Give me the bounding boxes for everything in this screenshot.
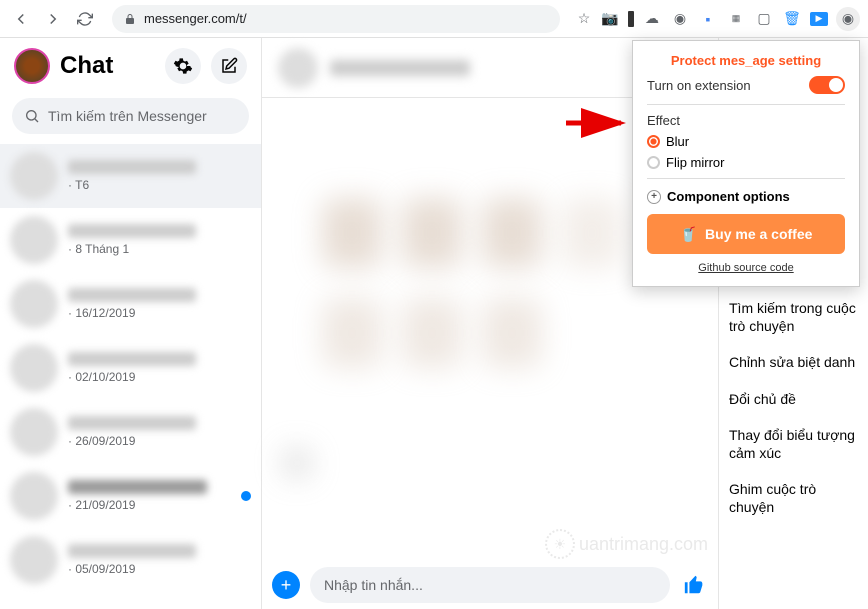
like-button[interactable] — [680, 571, 708, 599]
option-emoji[interactable]: Thay đổi biểu tượng cảm xúc — [729, 426, 858, 462]
effect-blur-option[interactable]: Blur — [647, 134, 845, 149]
extension-icons: 📷 ☁ ◉ ▪ ▦ ▢ 🗑 ▶ ◉ — [600, 7, 860, 31]
search-placeholder: Tìm kiếm trên Messenger — [48, 108, 207, 124]
address-bar[interactable]: messenger.com/t/ — [112, 5, 560, 33]
chat-item[interactable]: · 8 Tháng 1 — [0, 208, 261, 272]
search-input[interactable]: Tìm kiếm trên Messenger — [12, 98, 249, 134]
message-composer: + Nhập tin nhắn... — [262, 561, 718, 609]
coffee-icon: 🥤 — [680, 226, 697, 243]
chat-item[interactable]: · 02/10/2019 — [0, 336, 261, 400]
chat-sidebar: Chat Tìm kiếm trên Messenger · T6 · 8 Th… — [0, 38, 262, 609]
sidebar-header: Chat — [0, 38, 261, 92]
message-input[interactable]: Nhập tin nhắn... — [310, 567, 670, 603]
radio-icon — [647, 156, 660, 169]
github-link[interactable]: Github source code — [647, 262, 845, 274]
ext-tag-icon[interactable]: ▪ — [698, 9, 718, 29]
watermark: ☀ uantrimang.com — [545, 529, 708, 559]
browser-toolbar: messenger.com/t/ ☆ 📷 ☁ ◉ ▪ ▦ ▢ 🗑 ▶ ◉ — [0, 0, 868, 38]
ext-play-icon[interactable]: ▶ — [810, 12, 828, 26]
extension-popup: Protect mes_age setting Turn on extensio… — [632, 40, 860, 287]
popup-title: Protect mes_age setting — [647, 53, 845, 68]
sidebar-title: Chat — [60, 52, 155, 80]
radio-checked-icon — [647, 135, 660, 148]
buy-coffee-button[interactable]: 🥤 Buy me a coffee — [647, 214, 845, 254]
chat-item[interactable]: · 26/09/2019 — [0, 400, 261, 464]
chat-item[interactable]: · 05/09/2019 — [0, 528, 261, 592]
user-avatar[interactable] — [14, 48, 50, 84]
chat-item[interactable]: · T6 — [0, 144, 261, 208]
ext-bar-icon[interactable] — [628, 11, 634, 27]
search-icon — [24, 108, 40, 124]
option-theme[interactable]: Đổi chủ đề — [729, 390, 858, 408]
chat-item[interactable]: · 21/09/2019 — [0, 464, 261, 528]
conversation-avatar[interactable] — [278, 48, 318, 88]
back-button[interactable] — [8, 6, 34, 32]
conversation-name — [330, 60, 470, 76]
option-search[interactable]: Tìm kiếm trong cuộc trò chuyện — [729, 299, 858, 335]
option-nickname[interactable]: Chỉnh sửa biệt danh — [729, 353, 858, 371]
add-attachment-button[interactable]: + — [272, 571, 300, 599]
ext-grid-icon[interactable]: ▦ — [726, 9, 746, 29]
compose-button[interactable] — [211, 48, 247, 84]
chat-list: · T6 · 8 Tháng 1 · 16/12/2019 · 02/10/20… — [0, 144, 261, 609]
toggle-label: Turn on extension — [647, 78, 751, 93]
forward-button[interactable] — [40, 6, 66, 32]
ext-cloud-icon[interactable]: ☁ — [642, 9, 662, 29]
lock-icon — [124, 13, 136, 25]
plus-icon: + — [647, 190, 661, 204]
settings-button[interactable] — [165, 48, 201, 84]
annotation-arrow — [566, 108, 636, 138]
ext-camera-icon[interactable]: 📷 — [600, 9, 620, 29]
option-pin[interactable]: Ghim cuộc trò chuyện — [729, 480, 858, 516]
chat-item[interactable]: · 16/12/2019 — [0, 272, 261, 336]
effect-label: Effect — [647, 113, 845, 128]
effect-flip-option[interactable]: Flip mirror — [647, 155, 845, 170]
ext-trash-icon[interactable]: 🗑 — [782, 9, 802, 29]
url-text: messenger.com/t/ — [144, 11, 247, 26]
reload-button[interactable] — [72, 6, 98, 32]
ext-cam2-icon[interactable]: ◉ — [670, 9, 690, 29]
bookmark-icon[interactable]: ☆ — [574, 9, 594, 29]
extension-toggle[interactable] — [809, 76, 845, 94]
unread-dot — [241, 491, 251, 501]
component-options-toggle[interactable]: + Component options — [647, 189, 845, 204]
ext-protect-icon[interactable]: ◉ — [836, 7, 860, 31]
ext-box-icon[interactable]: ▢ — [754, 9, 774, 29]
